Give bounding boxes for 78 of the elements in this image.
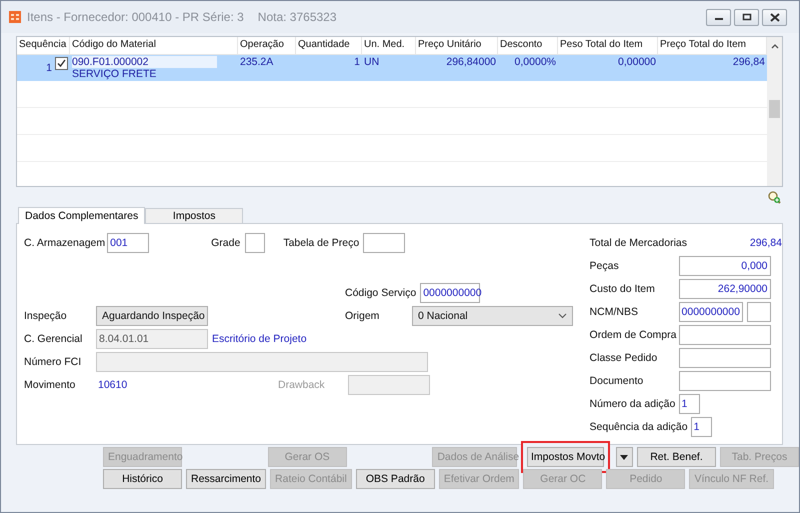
close-icon (770, 12, 780, 22)
column-header[interactable]: Desconto (498, 37, 558, 54)
input-field[interactable]: 001 (107, 233, 150, 253)
table-cell: 1 (354, 56, 360, 68)
field-label: Custo do Item (590, 283, 656, 295)
input-field[interactable]: 262,90000 (678, 279, 771, 299)
column-header[interactable]: Operação (238, 37, 296, 54)
field-description: Escritório de Projeto (212, 333, 307, 345)
field-label: Movimento (24, 379, 76, 391)
window-title: Itens - Fornecedor: 000410 - PR Série: 3 (27, 10, 244, 24)
tab[interactable]: Dados Complementares (18, 207, 146, 224)
action-button[interactable]: OBS Padrão (356, 469, 435, 489)
input-field[interactable]: 1 (690, 417, 712, 437)
checkbox[interactable] (55, 56, 68, 70)
field-label: Documento (590, 375, 644, 387)
input-field[interactable]: 0000000000 (678, 302, 743, 322)
field-label: Grade (211, 237, 240, 249)
field-label: Inspeção (24, 310, 68, 322)
dropdown[interactable]: Aguardando Inspeção (96, 306, 208, 326)
chevron-down-icon (558, 313, 567, 319)
input-field[interactable]: 1 (678, 394, 700, 414)
dropdown[interactable]: 0 Nacional (412, 306, 573, 326)
table-cell: 0,00000 (618, 56, 656, 68)
scrollbar-thumb[interactable] (769, 100, 780, 118)
field-label: Drawback (278, 379, 326, 391)
input-field[interactable]: 0,000 (678, 256, 771, 276)
action-button[interactable]: Ret. Benef. (636, 447, 716, 467)
window-subtitle: Nota: 3765323 (258, 10, 337, 24)
table-cell: 090.F01.000002 (72, 56, 217, 68)
column-header[interactable]: Código do Material (70, 37, 238, 54)
field-label: Tabela de Preço (283, 237, 360, 249)
input-field[interactable] (678, 348, 771, 368)
scrollbar[interactable] (767, 37, 782, 186)
dropdown-button[interactable] (616, 447, 633, 467)
table-cell-text: SERVIÇO FRETE (72, 68, 158, 80)
zoom-in-icon[interactable] (767, 190, 781, 204)
input-field[interactable] (363, 233, 406, 253)
tab[interactable]: Impostos (145, 208, 244, 223)
input-field[interactable] (678, 371, 771, 391)
maximize-button[interactable] (734, 8, 759, 26)
input-field[interactable] (746, 302, 771, 322)
column-header[interactable]: Un. Med. (362, 37, 416, 54)
field-label: Peças (590, 260, 620, 272)
field-label: Classe Pedido (590, 352, 658, 364)
table-cell-text: 235.2A (240, 56, 274, 68)
field-label: Origem (345, 310, 380, 322)
maximize-icon (742, 13, 752, 21)
input-field[interactable] (679, 325, 772, 345)
caret-up-icon[interactable] (770, 43, 778, 49)
caret-down-icon (620, 454, 628, 460)
table-row[interactable]: 1 090.F01.000002 SERVIÇO FRETE 235.2A 1 UN 296,84000 0,0000% 0,00000 296,84 (17, 55, 767, 81)
field-label: Ordem de Compra (590, 329, 676, 341)
action-button[interactable]: Histórico (103, 469, 182, 489)
field-label: Número da adição (590, 398, 676, 410)
field-label: C. Armazenagem (24, 237, 106, 249)
table-cell: 296,84000 (446, 56, 496, 68)
action-button[interactable]: Ressarcimento (186, 469, 266, 489)
field-label: NCM/NBS (590, 306, 639, 318)
field-label: Sequência da adição (590, 421, 688, 433)
field-label: Total de Mercadorias (590, 237, 687, 249)
input-field[interactable]: 0000000000 (420, 283, 480, 303)
column-header[interactable]: Sequência (17, 37, 70, 54)
table-cell-text: UN (364, 56, 380, 68)
field-value: 10610 (97, 379, 128, 391)
field-label: Código Serviço (345, 287, 416, 299)
column-header[interactable]: Preço Unitário (416, 37, 498, 54)
app-icon (9, 11, 21, 23)
table-cell: 0,0000% (514, 56, 556, 68)
input-field[interactable] (245, 233, 266, 253)
column-header[interactable]: Quantidade (296, 37, 362, 54)
field-label: Número FCI (24, 356, 82, 368)
table-cell: 296,84 (732, 56, 765, 68)
close-button[interactable] (762, 8, 787, 26)
column-header[interactable]: Peso Total do Item (558, 37, 658, 54)
minimize-button[interactable] (706, 8, 731, 26)
field-label: C. Gerencial (24, 333, 84, 345)
table-cell: 1 (46, 62, 52, 74)
field-value: 296,84 (748, 237, 782, 249)
